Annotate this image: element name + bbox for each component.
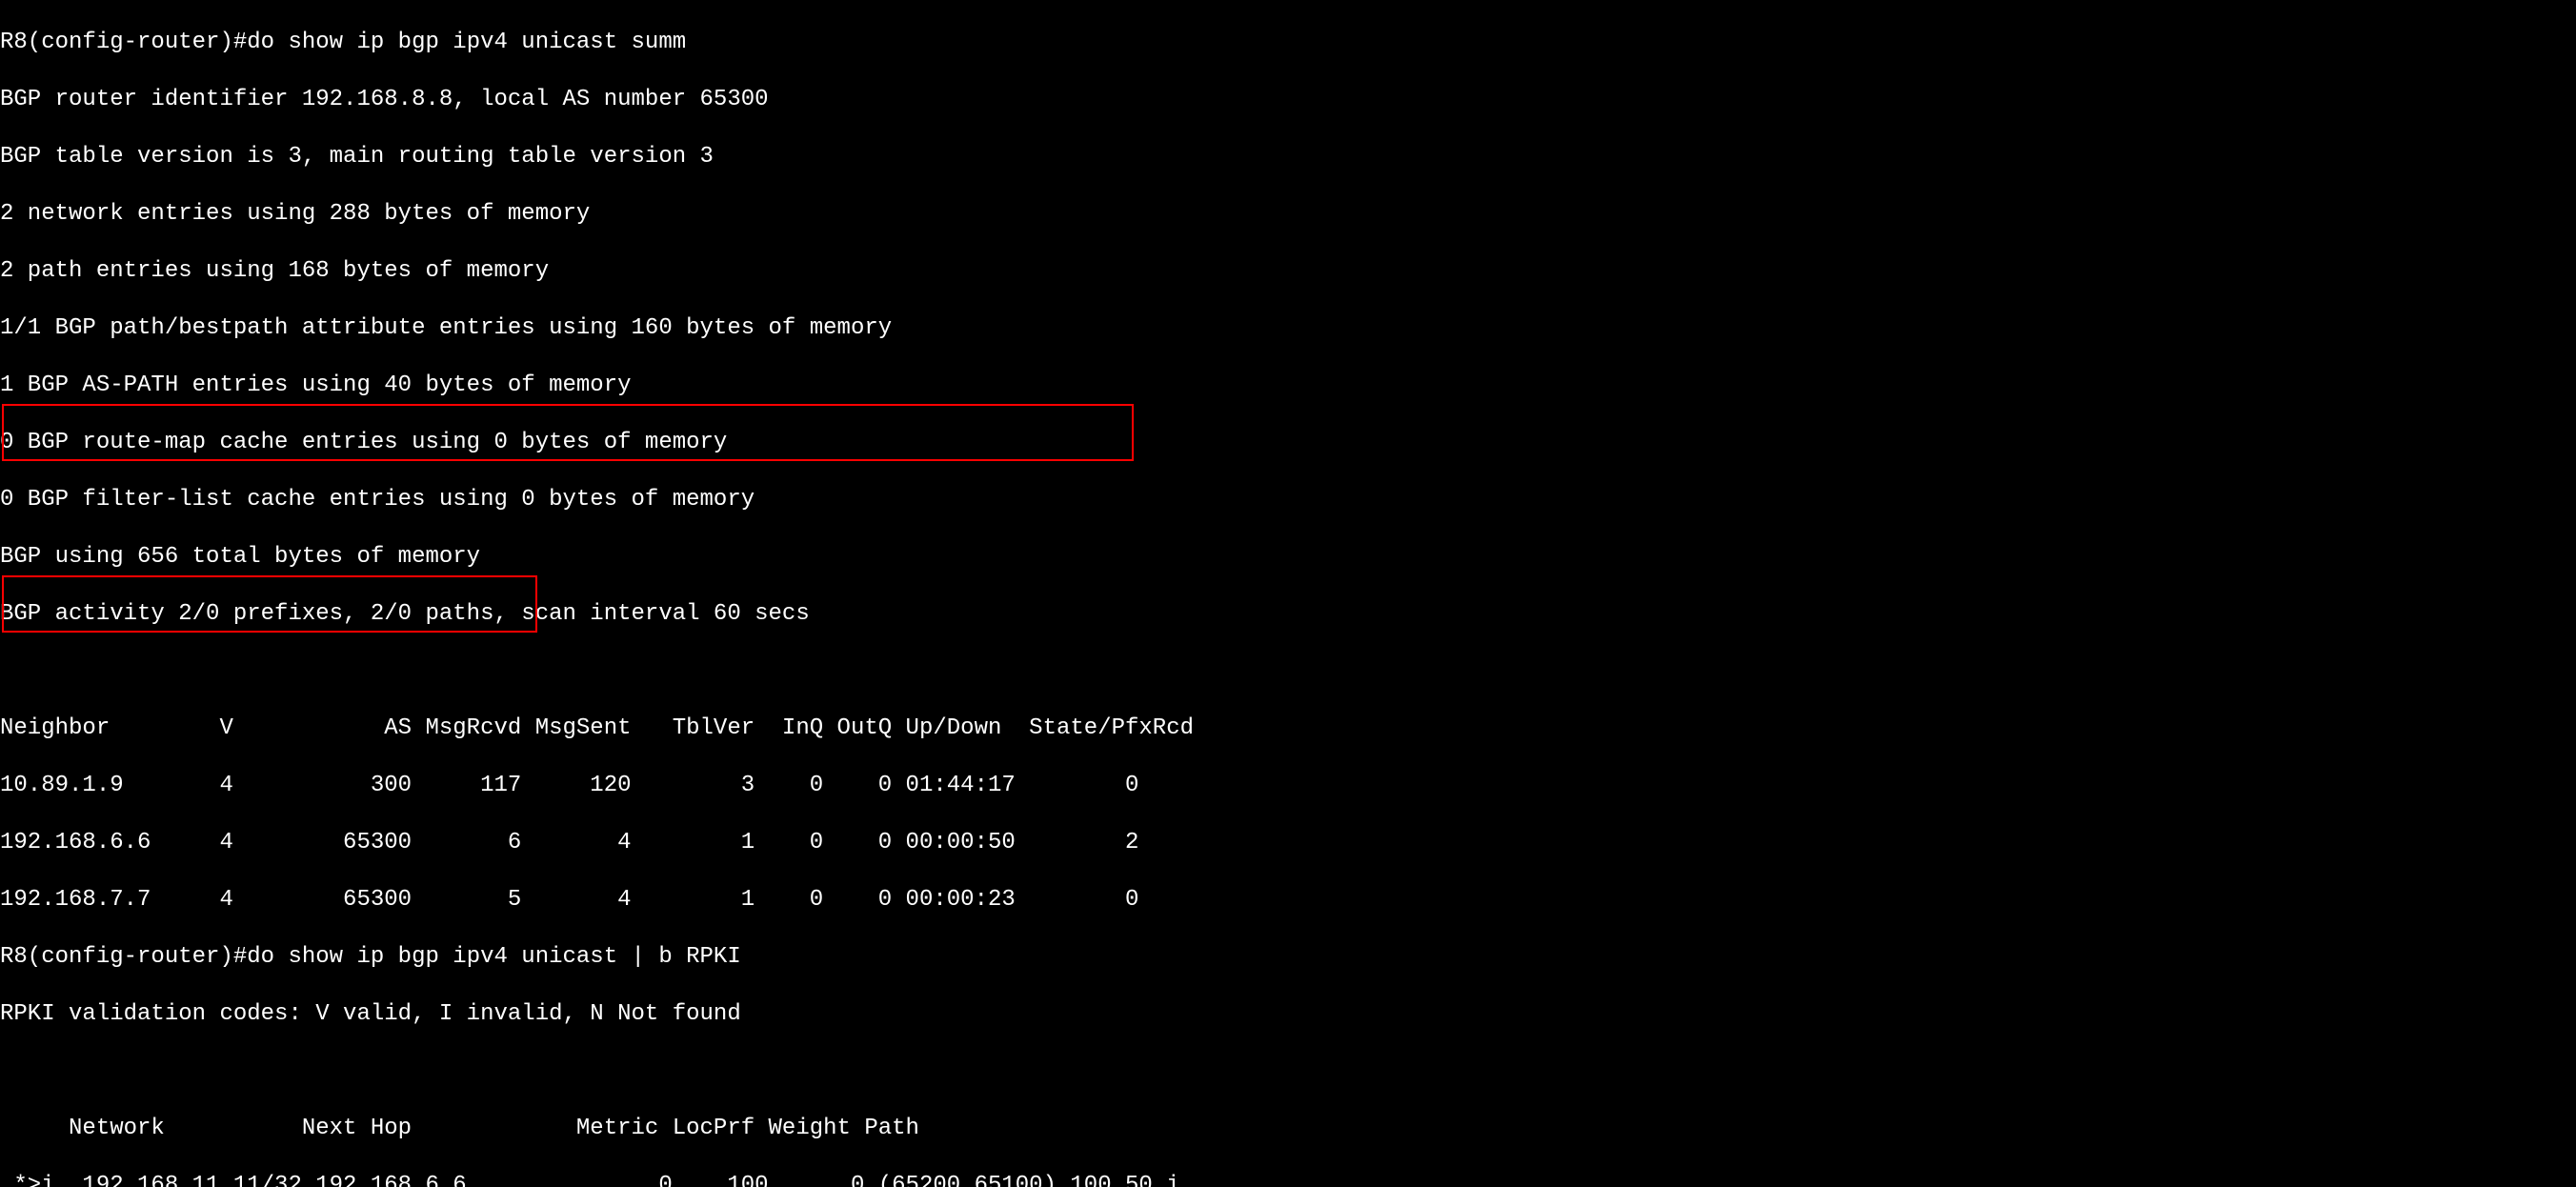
blank-line	[0, 657, 2576, 686]
command-line-1: R8(config-router)#do show ip bgp ipv4 un…	[0, 29, 2576, 57]
command-text: do show ip bgp ipv4 unicast | b RPKI	[247, 944, 740, 970]
rpki-table-header: Network Next Hop Metric LocPrf Weight Pa…	[0, 1115, 2576, 1143]
rpki-table-row: *>i 192.168.11.11/32 192.168.6.6 0 100 0…	[0, 1172, 2576, 1187]
rpki-codes-line: RPKI validation codes: V valid, I invali…	[0, 1000, 2576, 1029]
command-text: do show ip bgp ipv4 unicast summ	[247, 30, 686, 55]
bgp-header-line: 0 BGP route-map cache entries using 0 by…	[0, 429, 2576, 457]
bgp-header-line: 2 network entries using 288 bytes of mem…	[0, 200, 2576, 229]
bgp-header-line: BGP router identifier 192.168.8.8, local…	[0, 86, 2576, 114]
blank-line	[0, 1057, 2576, 1086]
terminal-output[interactable]: R8(config-router)#do show ip bgp ipv4 un…	[0, 0, 2576, 1187]
prompt: R8(config-router)#	[0, 944, 247, 970]
bgp-header-line: 2 path entries using 168 bytes of memory	[0, 257, 2576, 286]
bgp-header-line: 1/1 BGP path/bestpath attribute entries …	[0, 314, 2576, 343]
bgp-header-line: BGP activity 2/0 prefixes, 2/0 paths, sc…	[0, 600, 2576, 629]
neighbor-table-row: 192.168.7.7 4 65300 5 4 1 0 0 00:00:23 0	[0, 886, 2576, 915]
neighbor-table-row: 10.89.1.9 4 300 117 120 3 0 0 01:44:17 0	[0, 772, 2576, 800]
neighbor-table-header: Neighbor V AS MsgRcvd MsgSent TblVer InQ…	[0, 714, 2576, 743]
prompt: R8(config-router)#	[0, 30, 247, 55]
bgp-header-line: 0 BGP filter-list cache entries using 0 …	[0, 486, 2576, 514]
command-line-2: R8(config-router)#do show ip bgp ipv4 un…	[0, 943, 2576, 972]
bgp-header-line: BGP using 656 total bytes of memory	[0, 543, 2576, 572]
neighbor-table-row: 192.168.6.6 4 65300 6 4 1 0 0 00:00:50 2	[0, 829, 2576, 857]
bgp-header-line: 1 BGP AS-PATH entries using 40 bytes of …	[0, 372, 2576, 400]
bgp-header-line: BGP table version is 3, main routing tab…	[0, 143, 2576, 171]
